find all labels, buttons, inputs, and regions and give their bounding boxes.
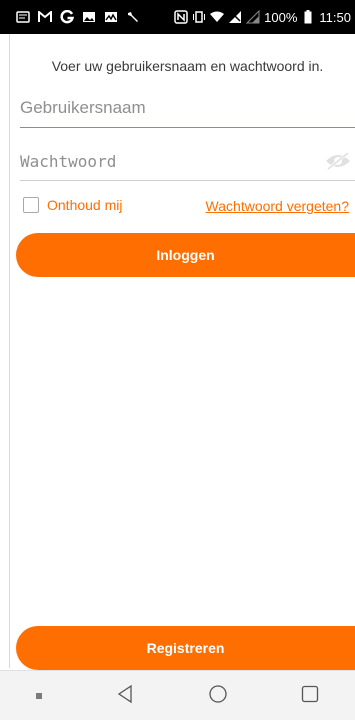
battery-percentage: 100% <box>264 9 298 25</box>
eye-off-icon[interactable] <box>325 151 351 171</box>
username-input[interactable] <box>20 92 320 124</box>
no-signal-icon <box>228 10 242 24</box>
gallery-icon <box>82 10 96 24</box>
overview-icon[interactable] <box>301 685 319 707</box>
vibrate-icon <box>192 10 206 24</box>
wifi-icon <box>210 10 225 24</box>
intro-text: Voer uw gebruikersnaam en wachtwoord in. <box>51 58 324 74</box>
username-field[interactable] <box>20 92 355 128</box>
gmail-icon <box>38 10 52 24</box>
remember-me-label[interactable]: Onthoud mij <box>47 197 122 213</box>
remember-me-checkbox[interactable] <box>23 197 39 213</box>
clock: 11:50 <box>319 9 351 25</box>
signal-icon <box>246 10 260 24</box>
forgot-password-link[interactable]: Wachtwoord vergeten? <box>206 198 349 214</box>
status-bar-left <box>16 10 140 24</box>
nfc-icon <box>174 10 188 24</box>
image-icon <box>104 10 118 24</box>
password-field[interactable] <box>20 145 355 181</box>
google-icon <box>60 10 74 24</box>
register-button[interactable]: Registreren <box>16 626 355 670</box>
home-icon[interactable] <box>208 684 228 708</box>
battery-icon <box>301 10 315 24</box>
navigation-bar <box>0 670 355 720</box>
wrench-icon <box>126 10 140 24</box>
content-frame <box>9 34 355 668</box>
status-bar-right: 100% 11:50 <box>174 10 351 25</box>
login-button[interactable]: Inloggen <box>16 233 355 277</box>
password-input[interactable] <box>20 145 320 177</box>
messages-icon <box>16 10 30 24</box>
back-icon[interactable] <box>115 684 135 708</box>
recent-dot-icon[interactable] <box>36 692 43 699</box>
status-bar: 100% 11:50 <box>0 0 355 34</box>
remember-me[interactable]: Onthoud mij <box>23 197 122 213</box>
